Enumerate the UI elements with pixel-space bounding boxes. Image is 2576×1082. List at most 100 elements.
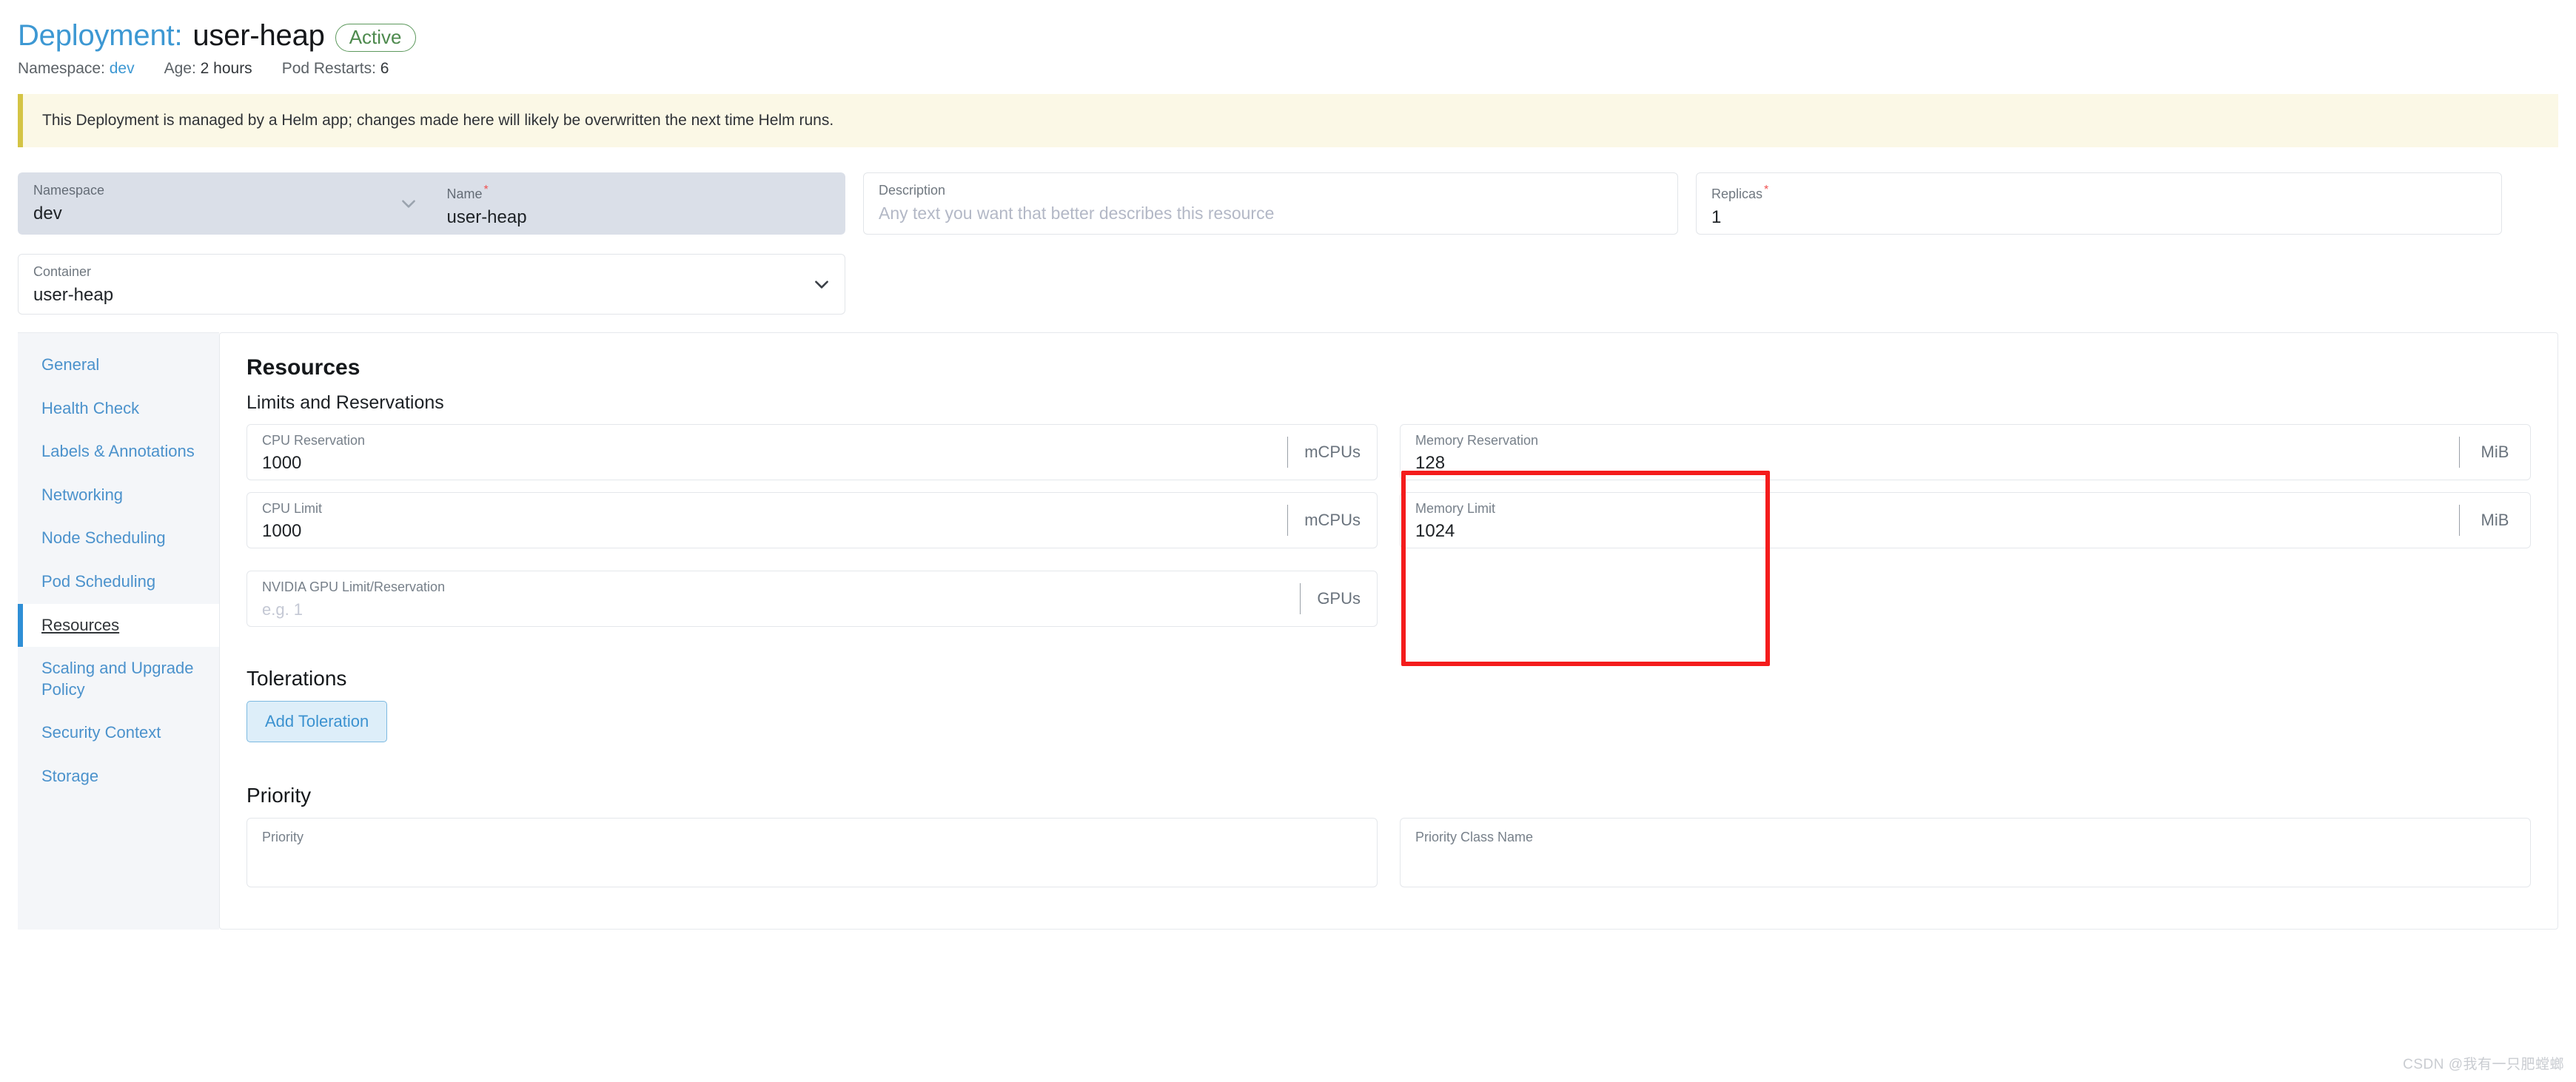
- chevron-down-icon: [399, 194, 418, 213]
- sidebar-item-label: Node Scheduling: [41, 528, 166, 548]
- cpu-reservation-field[interactable]: CPU Reservation 1000 mCPUs: [246, 424, 1378, 480]
- gpu-limit-field[interactable]: NVIDIA GPU Limit/Reservation e.g. 1 GPUs: [246, 571, 1378, 627]
- container-row: Container user-heap: [18, 254, 2558, 315]
- gpu-limit-main: NVIDIA GPU Limit/Reservation e.g. 1: [247, 571, 1300, 626]
- memory-col: Memory Reservation 128 MiB Memory Limit …: [1400, 424, 2531, 560]
- description-field[interactable]: Description Any text you want that bette…: [863, 172, 1678, 235]
- gpu-limit-unit: GPUs: [1300, 583, 1377, 614]
- page-root: Deployment: user-heap Active Namespace: …: [0, 0, 2576, 1082]
- sidebar-item-resources[interactable]: Resources: [18, 603, 219, 648]
- limits-row-1: CPU Reservation 1000 mCPUs CPU Limit 100…: [246, 424, 2531, 560]
- cpu-reservation-unit: mCPUs: [1287, 437, 1377, 468]
- namespace-name-group: Namespace dev Name * user-heap: [18, 172, 845, 235]
- sidebar-item-pod-scheduling[interactable]: Pod Scheduling: [18, 560, 219, 604]
- panel-title: Resources: [246, 355, 360, 380]
- cpu-reservation-label: CPU Reservation: [262, 433, 366, 448]
- sidebar-item-labels-annotations[interactable]: Labels & Annotations: [18, 430, 219, 474]
- helm-warning-banner: This Deployment is managed by a Helm app…: [18, 94, 2558, 147]
- required-marker: *: [1764, 184, 1769, 196]
- replicas-field[interactable]: Replicas * 1: [1696, 172, 2502, 235]
- sidebar-item-label: Security Context: [41, 723, 161, 742]
- memory-reservation-unit: MiB: [2459, 437, 2530, 468]
- priority-field[interactable]: Priority: [246, 818, 1378, 887]
- cpu-limit-field[interactable]: CPU Limit 1000 mCPUs: [246, 492, 1378, 548]
- limits-row-2: NVIDIA GPU Limit/Reservation e.g. 1 GPUs: [246, 571, 2531, 639]
- sidebar-item-general[interactable]: General: [18, 343, 219, 387]
- gpu-limit-placeholder: e.g. 1: [262, 599, 303, 619]
- name-field[interactable]: Name * user-heap: [431, 172, 845, 235]
- cpu-reservation-col: CPU Reservation 1000 mCPUs CPU Limit 100…: [246, 424, 1378, 560]
- namespace-select[interactable]: Namespace dev: [18, 172, 432, 235]
- memory-reservation-value: 128: [1415, 452, 1446, 473]
- cpu-limit-unit: mCPUs: [1287, 505, 1377, 536]
- description-placeholder: Any text you want that better describes …: [879, 203, 1275, 223]
- priority-label: Priority: [262, 830, 304, 844]
- priority-section-title: Priority: [246, 784, 312, 807]
- sidebar-item-label: General: [41, 355, 100, 374]
- content-body: General Health Check Labels & Annotation…: [18, 332, 2558, 930]
- page-title-name: user-heap: [192, 19, 325, 52]
- name-label: Name *: [446, 184, 489, 201]
- priority-col: Priority: [246, 818, 1378, 899]
- replicas-value: 1: [1711, 206, 1722, 227]
- priority-class-name-label: Priority Class Name: [1415, 830, 1534, 844]
- page-title: Deployment: user-heap Active: [18, 19, 2576, 53]
- memory-reservation-field[interactable]: Memory Reservation 128 MiB: [1400, 424, 2531, 480]
- priority-row: Priority Priority Class Name: [246, 818, 2531, 899]
- limits-section-title: Limits and Reservations: [246, 392, 444, 413]
- priority-main: Priority: [247, 819, 1377, 887]
- memory-limit-unit: MiB: [2459, 505, 2530, 536]
- namespace-label: Namespace: [33, 183, 105, 198]
- settings-sidebar: General Health Check Labels & Annotation…: [18, 332, 219, 930]
- meta-namespace-label: Namespace:: [18, 60, 105, 77]
- gpu-col-spacer: [1400, 571, 2531, 639]
- meta-restarts-value: 6: [380, 60, 389, 77]
- page-title-prefix: Deployment:: [18, 19, 183, 52]
- sidebar-item-health-check[interactable]: Health Check: [18, 387, 219, 431]
- sidebar-item-label: Labels & Annotations: [41, 442, 195, 461]
- resources-panel: Resources Limits and Reservations CPU Re…: [219, 332, 2558, 930]
- page-header: Deployment: user-heap Active Namespace: …: [0, 0, 2576, 78]
- cpu-limit-main: CPU Limit 1000: [247, 493, 1287, 548]
- sidebar-item-security-context[interactable]: Security Context: [18, 711, 219, 755]
- meta-age-value: 2 hours: [200, 60, 252, 77]
- chevron-down-icon[interactable]: [812, 275, 831, 294]
- watermark: CSDN @我有一只肥螳螂: [2403, 1057, 2564, 1072]
- container-value: user-heap: [33, 284, 114, 305]
- memory-limit-field[interactable]: Memory Limit 1024 MiB: [1400, 492, 2531, 548]
- required-marker: *: [483, 184, 489, 196]
- sidebar-item-label: Health Check: [41, 398, 140, 417]
- priority-class-name-main: Priority Class Name: [1401, 819, 2530, 887]
- meta-restarts-label: Pod Restarts:: [281, 60, 376, 77]
- sidebar-item-label: Pod Scheduling: [41, 571, 156, 591]
- cpu-reservation-main: CPU Reservation 1000: [247, 425, 1287, 480]
- tolerations-section-title: Tolerations: [246, 667, 347, 690]
- status-badge: Active: [335, 23, 416, 52]
- sidebar-item-node-scheduling[interactable]: Node Scheduling: [18, 517, 219, 560]
- sidebar-item-label: Scaling and Upgrade Policy: [41, 659, 194, 699]
- name-value: user-heap: [446, 206, 527, 227]
- sidebar-item-storage[interactable]: Storage: [18, 755, 219, 799]
- meta-age-label: Age:: [164, 60, 196, 77]
- description-label: Description: [879, 183, 946, 198]
- header-meta: Namespace: dev Age: 2 hours Pod Restarts…: [18, 60, 2576, 78]
- namespace-value: dev: [33, 203, 62, 224]
- container-select[interactable]: Container user-heap: [18, 254, 845, 315]
- cpu-reservation-value: 1000: [262, 452, 302, 473]
- cpu-limit-label: CPU Limit: [262, 501, 323, 516]
- sidebar-item-networking[interactable]: Networking: [18, 474, 219, 517]
- top-form-row: Namespace dev Name * user-heap Descriptio…: [18, 172, 2558, 235]
- sidebar-item-label: Storage: [41, 766, 99, 785]
- memory-limit-main: Memory Limit 1024: [1401, 493, 2459, 548]
- memory-limit-value: 1024: [1415, 520, 1455, 541]
- priority-class-col: Priority Class Name: [1400, 818, 2531, 899]
- sidebar-item-scaling-upgrade-policy[interactable]: Scaling and Upgrade Policy: [18, 647, 219, 711]
- meta-namespace: Namespace: dev: [18, 60, 135, 78]
- memory-reservation-main: Memory Reservation 128: [1401, 425, 2459, 480]
- gpu-limit-label: NVIDIA GPU Limit/Reservation: [262, 579, 446, 594]
- memory-reservation-label: Memory Reservation: [1415, 433, 1539, 448]
- priority-class-name-field[interactable]: Priority Class Name: [1400, 818, 2531, 887]
- sidebar-item-label: Networking: [41, 485, 124, 504]
- add-toleration-button[interactable]: Add Toleration: [246, 701, 388, 742]
- meta-namespace-value[interactable]: dev: [110, 60, 135, 77]
